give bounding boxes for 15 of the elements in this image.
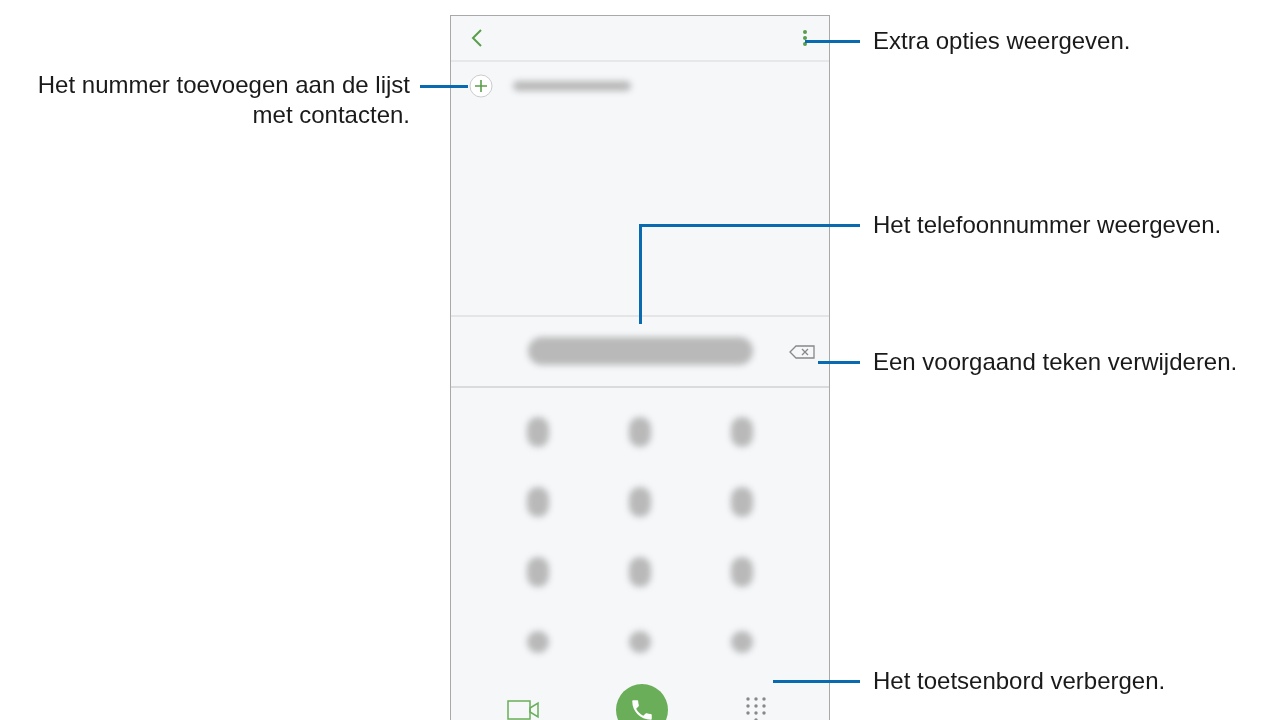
leader-line xyxy=(805,40,860,43)
video-call-icon[interactable] xyxy=(507,699,540,720)
phone-icon xyxy=(629,697,655,720)
backspace-icon[interactable] xyxy=(789,344,815,359)
callout-text: Extra opties weergeven. xyxy=(873,26,1131,56)
keypad-icon[interactable] xyxy=(744,696,767,720)
callout-text: Het toetsenbord verbergen. xyxy=(873,666,1166,696)
back-icon[interactable] xyxy=(471,28,483,49)
leader-line xyxy=(420,85,468,88)
add-icon[interactable] xyxy=(469,74,493,99)
callout-text: Het telefoonnummer weergeven. xyxy=(873,210,1222,240)
more-options-icon[interactable] xyxy=(803,30,807,47)
callout-text: Een voorgaand teken verwijderen. xyxy=(873,347,1238,377)
callout-text: Het nummer toevoegen aan de lijst met contacten. xyxy=(36,70,410,130)
leader-line xyxy=(818,361,860,364)
